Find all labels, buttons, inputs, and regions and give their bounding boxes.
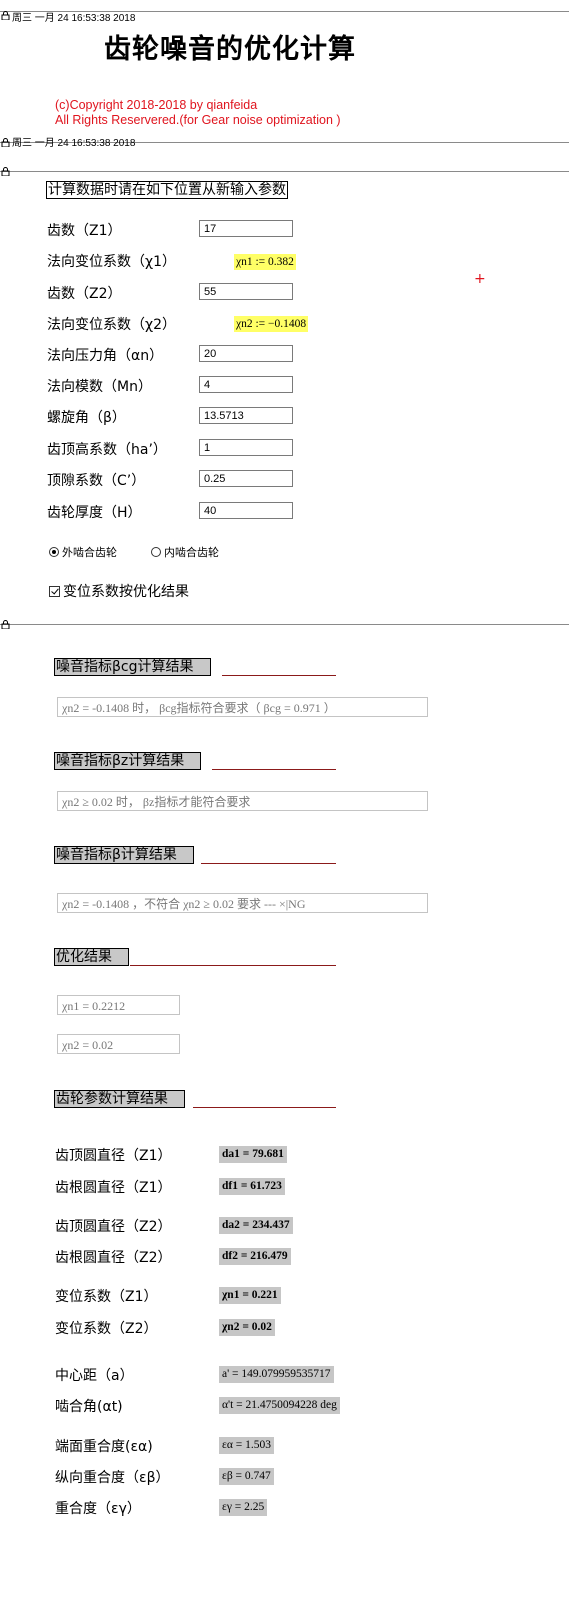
page-title: 齿轮噪音的优化计算 (104, 34, 356, 65)
shift-coeff-z1-label: 变位系数（Z1） (55, 1289, 158, 1305)
timestamp: 周三 一月 24 16:53:38 2018 (12, 138, 136, 149)
helix-angle-label: 螺旋角（β） (47, 410, 126, 426)
transverse-contact-ratio-label: 端面重合度(εα) (55, 1439, 153, 1455)
module-input[interactable]: 4 (199, 376, 293, 393)
shift-coeff-z2-value: χn2 = 0.02 (219, 1319, 275, 1336)
clearance-coeff-label: 顶隙系数（C’） (47, 473, 146, 489)
cursor-crosshair-icon: + (474, 271, 486, 287)
z2-input[interactable]: 55 (199, 283, 293, 300)
internal-mesh-label: 内啮合齿轮 (164, 546, 219, 559)
radio-selected-icon (49, 547, 59, 557)
root-diameter-z2-value: df2 = 216.479 (219, 1248, 291, 1265)
mesh-angle-value: α't = 21.4750094228 deg (219, 1397, 340, 1414)
mesh-angle-label: 啮合角(αt) (55, 1399, 123, 1415)
external-mesh-radio[interactable]: 外啮合齿轮 (49, 544, 117, 560)
bcg-result-heading: 噪音指标βcg计算结果 (54, 658, 211, 676)
internal-mesh-radio[interactable]: 内啮合齿轮 (151, 544, 219, 560)
tip-diameter-z1-value: da1 = 79.681 (219, 1146, 287, 1163)
radio-unselected-icon (151, 547, 161, 557)
region-divider (0, 171, 569, 172)
pressure-angle-input[interactable]: 20 (199, 345, 293, 362)
clearance-coeff-input[interactable]: 0.25 (199, 470, 293, 487)
tip-diameter-z1-label: 齿顶圆直径（Z1） (55, 1148, 172, 1164)
total-contact-ratio-value: εγ = 2.25 (219, 1499, 268, 1516)
z2-label: 齿数（Z2） (47, 286, 122, 302)
tip-diameter-z2-label: 齿顶圆直径（Z2） (55, 1219, 172, 1235)
heading-rule (222, 675, 336, 676)
optimization-result-heading: 优化结果 (54, 948, 129, 966)
bz-result-heading: 噪音指标βz计算结果 (54, 752, 202, 770)
center-distance-label: 中心距（a） (55, 1368, 134, 1384)
heading-rule (193, 1107, 336, 1108)
optimized-xn2: χn2 = 0.02 (57, 1034, 180, 1054)
timestamp: 周三 一月 24 16:53:38 2018 (12, 13, 136, 24)
gear-thickness-input[interactable]: 40 (199, 502, 293, 519)
optimized-xn1: χn1 = 0.2212 (57, 995, 180, 1015)
z1-label: 齿数（Z1） (47, 223, 122, 239)
root-diameter-z1-value: df1 = 61.723 (219, 1178, 285, 1195)
heading-rule (130, 965, 336, 966)
center-distance-value: a' = 149.079959535717 (219, 1366, 334, 1383)
pressure-angle-label: 法向压力角（αn） (47, 348, 164, 364)
external-mesh-label: 外啮合齿轮 (62, 546, 117, 559)
bcg-result-text: χn2 = -0.1408 时， βcg指标符合要求（ βcg = 0.971 … (57, 697, 428, 717)
z1-input[interactable]: 17 (199, 220, 293, 237)
tip-diameter-z2-value: da2 = 234.437 (219, 1217, 293, 1234)
use-optimized-label: 变位系数按优化结果 (63, 584, 189, 600)
addendum-coeff-label: 齿顶高系数（ha’） (47, 442, 167, 458)
x2-label: 法向变位系数（χ2） (47, 317, 176, 333)
shift-coeff-z1-value: χn1 = 0.221 (219, 1287, 281, 1304)
copyright-line: All Rights Reservered.(for Gear noise op… (55, 113, 341, 127)
module-label: 法向模数（Mn） (47, 379, 152, 395)
x2-result: χn2 := −0.1408 (234, 316, 309, 332)
heading-rule (201, 863, 336, 864)
root-diameter-z2-label: 齿根圆直径（Z2） (55, 1250, 172, 1266)
lock-icon[interactable] (1, 620, 10, 629)
gear-params-heading: 齿轮参数计算结果 (54, 1090, 185, 1108)
root-diameter-z1-label: 齿根圆直径（Z1） (55, 1180, 172, 1196)
use-optimized-checkbox[interactable]: 变位系数按优化结果 (49, 581, 189, 601)
shift-coeff-z2-label: 变位系数（Z2） (55, 1321, 158, 1337)
region-divider (0, 624, 569, 625)
copyright-line: (c)Copyright 2018-2018 by qianfeida (55, 98, 258, 112)
helix-angle-input[interactable]: 13.5713 (199, 407, 293, 424)
x1-result: χn1 := 0.382 (234, 254, 296, 270)
x1-label: 法向变位系数（χ1） (47, 254, 176, 270)
input-section-heading: 计算数据时请在如下位置从新输入参数 (46, 181, 288, 199)
transverse-contact-ratio-value: εα = 1.503 (219, 1437, 274, 1454)
beta-result-text: χn2 = -0.1408 ，不符合 χn2 ≥ 0.02 要求 --- ×|N… (57, 893, 428, 913)
total-contact-ratio-label: 重合度（εγ） (55, 1501, 141, 1517)
gear-thickness-label: 齿轮厚度（H） (47, 505, 142, 521)
lock-icon[interactable] (1, 11, 10, 20)
lock-icon[interactable] (1, 167, 10, 176)
beta-result-heading: 噪音指标β计算结果 (54, 846, 194, 864)
heading-rule (212, 769, 336, 770)
checkbox-checked-icon (49, 585, 60, 597)
bz-result-text: χn2 ≥ 0.02 时， βz指标才能符合要求 (57, 791, 428, 811)
face-contact-ratio-label: 纵向重合度（εβ） (55, 1470, 170, 1486)
face-contact-ratio-value: εβ = 0.747 (219, 1468, 274, 1485)
addendum-coeff-input[interactable]: 1 (199, 439, 293, 456)
lock-icon[interactable] (1, 138, 10, 147)
